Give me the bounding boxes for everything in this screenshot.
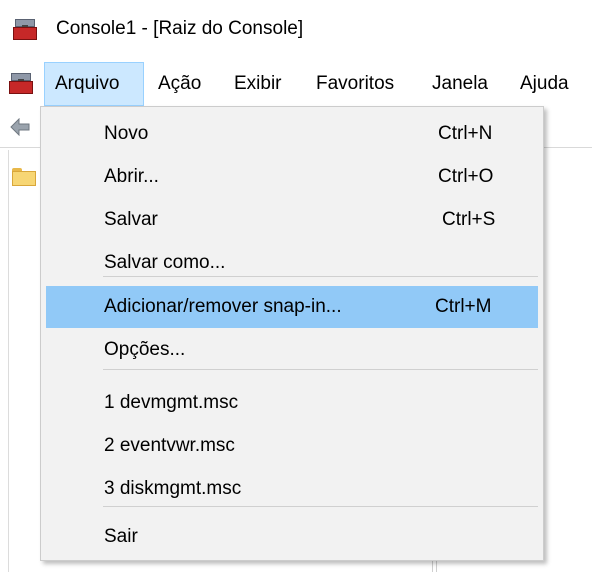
menu-item-sair[interactable]: Sair	[46, 516, 538, 558]
menu-separator	[103, 506, 538, 507]
menu-item-shortcut: Ctrl+M	[435, 296, 492, 317]
menu-item-label: Salvar como...	[104, 252, 226, 273]
arquivo-dropdown-menu: Novo Ctrl+N Abrir... Ctrl+O Salvar Ctrl+…	[40, 106, 544, 561]
menu-item-label: Adicionar/remover snap-in...	[104, 296, 342, 317]
tree-pane	[8, 150, 42, 572]
menu-item-adicionar-remover-snap-in[interactable]: Adicionar/remover snap-in... Ctrl+M	[46, 286, 538, 328]
menu-item-label: 3 diskmgmt.msc	[104, 478, 242, 499]
menu-separator	[103, 369, 538, 370]
menu-item-recent-3[interactable]: 3 diskmgmt.msc	[46, 468, 538, 510]
menu-item-abrir[interactable]: Abrir... Ctrl+O	[46, 156, 538, 198]
menu-item-label: Sair	[104, 526, 138, 547]
menu-item-salvar[interactable]: Salvar Ctrl+S	[46, 199, 538, 241]
back-arrow-icon[interactable]	[10, 118, 30, 136]
menu-bar: Arquivo Ação Exibir Favoritos Janela Aju…	[0, 62, 592, 106]
menu-item-opcoes[interactable]: Opções...	[46, 329, 538, 371]
menu-item-label: Opções...	[104, 339, 186, 360]
menu-separator	[103, 276, 538, 277]
menu-item-shortcut: Ctrl+S	[442, 209, 496, 230]
menu-item-recent-2[interactable]: 2 eventvwr.msc	[46, 425, 538, 467]
menu-item-label: Novo	[104, 123, 149, 144]
menu-item-novo[interactable]: Novo Ctrl+N	[46, 113, 538, 155]
menu-item-salvar-como[interactable]: Salvar como...	[46, 242, 538, 284]
folder-icon[interactable]	[12, 168, 36, 186]
menu-item-shortcut: Ctrl+O	[438, 166, 494, 187]
menu-favoritos[interactable]: Favoritos	[316, 62, 394, 106]
menu-exibir[interactable]: Exibir	[234, 62, 282, 106]
toolbox-icon[interactable]	[9, 71, 33, 95]
toolbox-icon[interactable]	[13, 17, 37, 41]
title-bar: Console1 - [Raiz do Console]	[0, 0, 592, 62]
menu-item-label: 1 devmgmt.msc	[104, 392, 239, 413]
menu-item-label: Abrir...	[104, 166, 159, 187]
menu-item-label: Salvar	[104, 209, 158, 230]
menu-item-shortcut: Ctrl+N	[438, 123, 493, 144]
menu-item-label: 2 eventvwr.msc	[104, 435, 235, 456]
menu-item-recent-1[interactable]: 1 devmgmt.msc	[46, 382, 538, 424]
menu-janela[interactable]: Janela	[432, 62, 488, 106]
window-title: Console1 - [Raiz do Console]	[56, 18, 304, 39]
menu-arquivo[interactable]: Arquivo	[44, 62, 144, 106]
menu-ajuda[interactable]: Ajuda	[520, 62, 569, 106]
menu-acao[interactable]: Ação	[158, 62, 201, 106]
